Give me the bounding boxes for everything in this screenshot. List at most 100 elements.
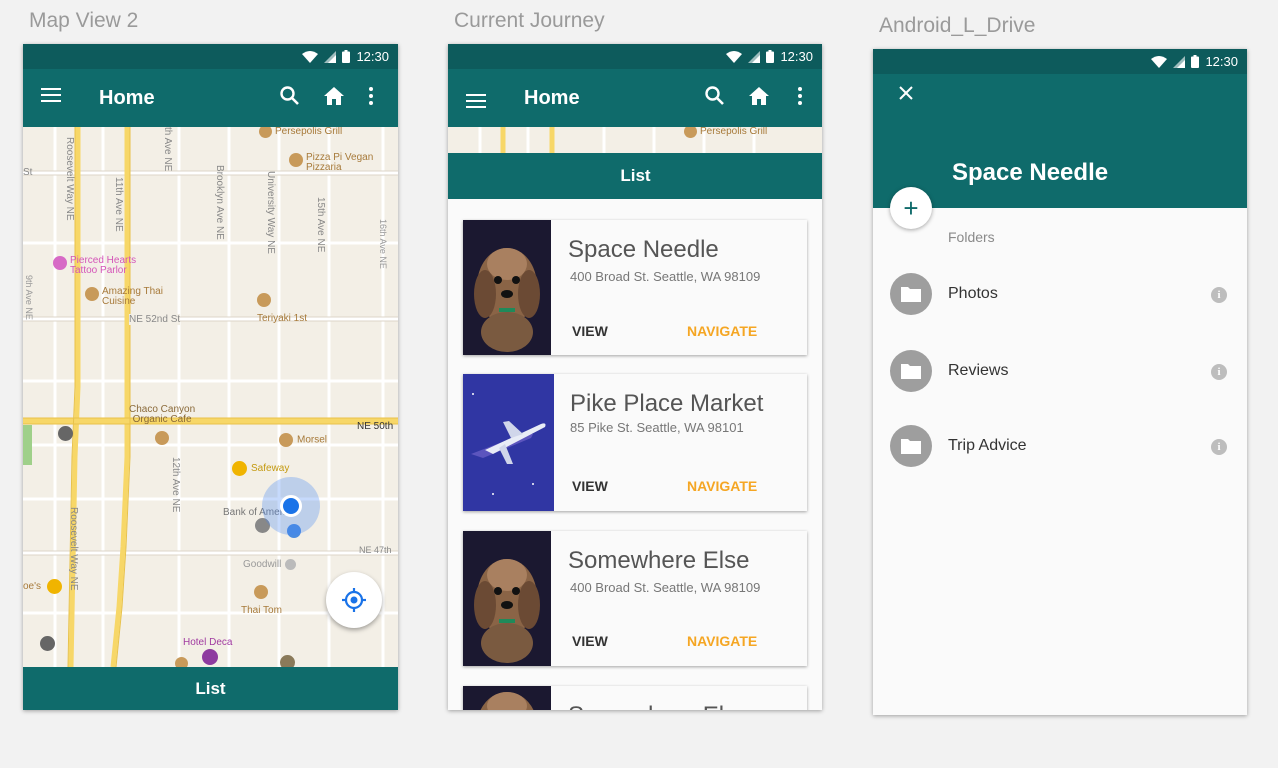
status-bar: 12:30 [23, 44, 398, 69]
search-icon[interactable] [704, 85, 726, 107]
card-address: 400 Broad St. Seattle, WA 98109 [570, 580, 761, 595]
restaurant-icon [175, 657, 188, 667]
dog-photo-thumbnail [463, 531, 551, 666]
list-toggle-button[interactable]: List [23, 667, 398, 710]
artboard-title-drive: Android_L_Drive [879, 14, 1036, 37]
poi-label-line2: Organic Cafe [132, 414, 192, 425]
app-bar-title: Home [99, 86, 155, 109]
info-icon[interactable]: i [1211, 364, 1227, 380]
dog-photo-thumbnail [463, 220, 551, 355]
poi-label: Amazing Thai Cuisine [102, 287, 163, 307]
restaurant-icon [289, 153, 303, 167]
more-vert-icon[interactable] [797, 85, 803, 107]
restaurant-icon [257, 293, 271, 307]
info-icon[interactable]: i [1211, 439, 1227, 455]
poi-morsel[interactable]: Morsel [279, 433, 327, 447]
restaurant-icon [684, 127, 697, 138]
menu-icon[interactable] [466, 94, 488, 110]
folder-name: Photos [948, 285, 998, 302]
folder-icon [890, 425, 932, 467]
card-title: Pike Place Market [570, 390, 764, 417]
drive-screen: 12:30 Space Needle + Folders Photos i Re… [873, 49, 1247, 715]
status-time: 12:30 [356, 49, 389, 64]
status-bar: 12:30 [873, 49, 1247, 74]
view-button[interactable]: VIEW [572, 478, 608, 494]
view-button[interactable]: VIEW [572, 323, 608, 339]
card-address: 85 Pike St. Seattle, WA 98101 [570, 420, 744, 435]
folder-name: Trip Advice [948, 437, 1027, 454]
battery-icon [766, 50, 775, 63]
dog-photo-thumbnail [463, 686, 551, 710]
street-label-st: St [23, 167, 33, 178]
poi-pizza[interactable]: Pizza Pi Vegan Pizzaria [289, 153, 373, 173]
app-bar: Home [448, 69, 822, 127]
status-bar: 12:30 [448, 44, 822, 69]
street-label-15th: 15th Ave NE [315, 197, 326, 253]
hotel-icon [202, 649, 218, 665]
poi-label: Thai Tom [241, 605, 282, 616]
folder-item-photos[interactable]: Photos i [873, 269, 1247, 319]
signal-icon [324, 50, 337, 63]
street-label-university: University Way NE [265, 171, 276, 254]
more-vert-icon[interactable] [368, 85, 374, 107]
poi-safeway[interactable]: Safeway [232, 461, 289, 476]
street-label-roosevelt-2: Roosevelt Way NE [68, 507, 79, 591]
poi-chaco-canyon[interactable]: Chaco Canyon Organic Cafe [129, 405, 195, 448]
map-preview-strip[interactable]: Persepolis Grill [448, 127, 822, 153]
poi-teriyaki[interactable]: Teriyaki 1st [257, 293, 307, 326]
current-location-dot [280, 495, 302, 517]
list-screen: 12:30 Home Persepolis Grill List Space N… [448, 44, 822, 710]
signal-icon [1173, 55, 1186, 68]
poi-label: Teriyaki 1st [257, 313, 308, 324]
poi-persepolis[interactable]: Persepolis Grill [684, 127, 767, 138]
signal-icon [748, 50, 761, 63]
poi-joes[interactable]: oe's [23, 579, 63, 594]
place-card[interactable]: Pike Place Market 85 Pike St. Seattle, W… [463, 374, 807, 511]
folder-item-trip-advice[interactable]: Trip Advice i [873, 421, 1247, 471]
place-card[interactable]: Somewhere Else [463, 686, 807, 710]
drive-title: Space Needle [952, 159, 1109, 186]
home-icon[interactable] [748, 85, 770, 107]
poi-label: Pierced Hearts Tattoo Parlor [70, 256, 136, 276]
card-title: Somewhere Else [568, 547, 750, 574]
info-icon[interactable]: i [1211, 287, 1227, 303]
folder-item-reviews[interactable]: Reviews i [873, 346, 1247, 396]
navigate-button[interactable]: NAVIGATE [687, 478, 757, 494]
wifi-icon [302, 50, 319, 63]
close-icon[interactable] [899, 86, 913, 100]
street-label-ne52: NE 52nd St [129, 314, 181, 325]
menu-icon[interactable] [41, 88, 63, 104]
grocery-icon [232, 461, 247, 476]
add-button[interactable]: + [890, 187, 932, 229]
poi-hotel-deca[interactable]: Hotel Deca [183, 637, 232, 648]
poi-pierced-hearts[interactable]: Pierced Hearts Tattoo Parlor [53, 256, 136, 276]
list-header: List [448, 153, 822, 199]
street-label-16th: 16th Ave NE [378, 219, 388, 269]
app-bar-title: Home [524, 86, 580, 109]
home-icon[interactable] [323, 85, 345, 107]
poi-amazing-thai[interactable]: Amazing Thai Cuisine [85, 287, 163, 307]
poi-goodwill[interactable]: Goodwill [243, 559, 297, 570]
poi-thai-tom[interactable]: Thai Tom [241, 585, 282, 618]
poi-label: Morsel [297, 434, 328, 446]
navigate-button[interactable]: NAVIGATE [687, 323, 757, 339]
poi-persepolis[interactable]: Persepolis Grill [259, 127, 342, 138]
folder-icon [890, 350, 932, 392]
school-icon [280, 655, 295, 667]
street-label-11th: 11th Ave NE [113, 177, 124, 232]
navigate-button[interactable]: NAVIGATE [687, 633, 757, 649]
poi-label: Persepolis Grill [700, 127, 768, 138]
search-icon[interactable] [279, 85, 301, 107]
store-icon [285, 559, 297, 570]
app-bar: Home [23, 69, 398, 127]
restaurant-icon [259, 127, 272, 138]
place-card[interactable]: Space Needle 400 Broad St. Seattle, WA 9… [463, 220, 807, 355]
folders-label: Folders [948, 229, 995, 245]
place-card[interactable]: Somewhere Else 400 Broad St. Seattle, WA… [463, 531, 807, 666]
poi-label-line2: Pizzaria [306, 162, 342, 173]
shop-icon [53, 256, 67, 270]
street-label-ne47: NE 47th [359, 545, 392, 555]
view-button[interactable]: VIEW [572, 633, 608, 649]
restaurant-icon [254, 585, 269, 599]
my-location-button[interactable] [326, 572, 382, 628]
